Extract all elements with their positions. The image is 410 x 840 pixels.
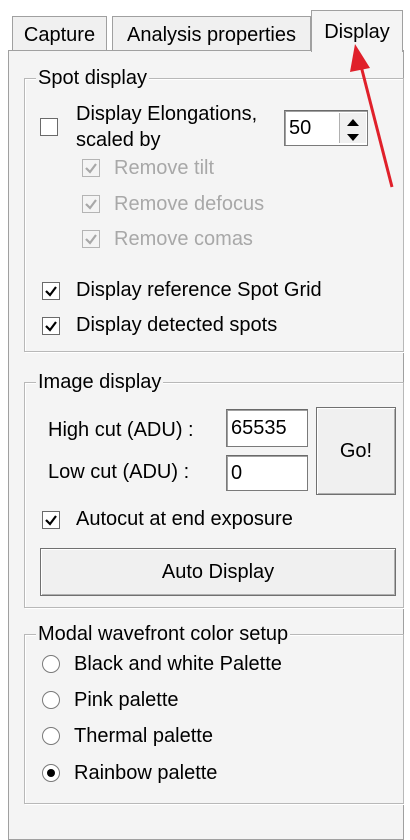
tab-capture[interactable]: Capture	[12, 16, 107, 52]
check-icon	[45, 286, 57, 297]
check-icon	[85, 199, 97, 210]
detected-spots-checkbox[interactable]	[42, 317, 60, 335]
auto-display-button[interactable]: Auto Display	[40, 548, 396, 596]
tab-display[interactable]: Display	[311, 10, 403, 52]
go-button[interactable]: Go!	[316, 407, 396, 495]
scale-spinner[interactable]	[339, 113, 366, 143]
radio-black-white[interactable]	[42, 655, 60, 673]
check-icon	[45, 321, 57, 332]
radio-rainbow-label: Rainbow palette	[74, 762, 218, 784]
radio-pink-label: Pink palette	[74, 689, 179, 711]
spin-down-icon[interactable]	[340, 128, 366, 143]
remove-tilt-label: Remove tilt	[114, 157, 215, 179]
check-icon	[85, 234, 97, 245]
remove-defocus-label: Remove defocus	[114, 193, 265, 215]
radio-pink[interactable]	[42, 691, 60, 709]
remove-defocus-checkbox[interactable]	[82, 195, 100, 213]
remove-tilt-checkbox[interactable]	[82, 159, 100, 177]
tab-analysis-properties[interactable]: Analysis properties	[112, 16, 311, 52]
radio-thermal[interactable]	[42, 727, 60, 745]
radio-black-white-label: Black and white Palette	[74, 653, 282, 675]
radio-rainbow[interactable]	[42, 764, 60, 782]
check-icon	[45, 515, 57, 526]
image-display-title: Image display	[36, 371, 164, 393]
high-cut-label: High cut (ADU) :	[48, 419, 194, 441]
reference-grid-label: Display reference Spot Grid	[76, 279, 322, 301]
radio-thermal-label: Thermal palette	[74, 725, 213, 747]
spin-up-icon[interactable]	[340, 113, 366, 128]
check-icon	[85, 163, 97, 174]
detected-spots-label: Display detected spots	[76, 314, 278, 336]
autocut-label: Autocut at end exposure	[76, 508, 293, 530]
remove-comas-label: Remove comas	[114, 228, 253, 250]
autocut-checkbox[interactable]	[42, 511, 60, 529]
display-elongations-label-line1: Display Elongations,	[76, 103, 258, 125]
wavefront-title: Modal wavefront color setup	[36, 623, 291, 645]
reference-grid-checkbox[interactable]	[42, 282, 60, 300]
high-cut-input[interactable]: 65535	[226, 409, 308, 447]
display-elongations-checkbox[interactable]	[40, 118, 58, 136]
radio-selected-dot	[47, 769, 55, 777]
low-cut-input[interactable]: 0	[226, 455, 308, 491]
display-elongations-label-line2: scaled by	[76, 129, 161, 151]
spot-display-title: Spot display	[36, 67, 149, 89]
remove-comas-checkbox[interactable]	[82, 230, 100, 248]
low-cut-label: Low cut (ADU) :	[48, 461, 190, 483]
